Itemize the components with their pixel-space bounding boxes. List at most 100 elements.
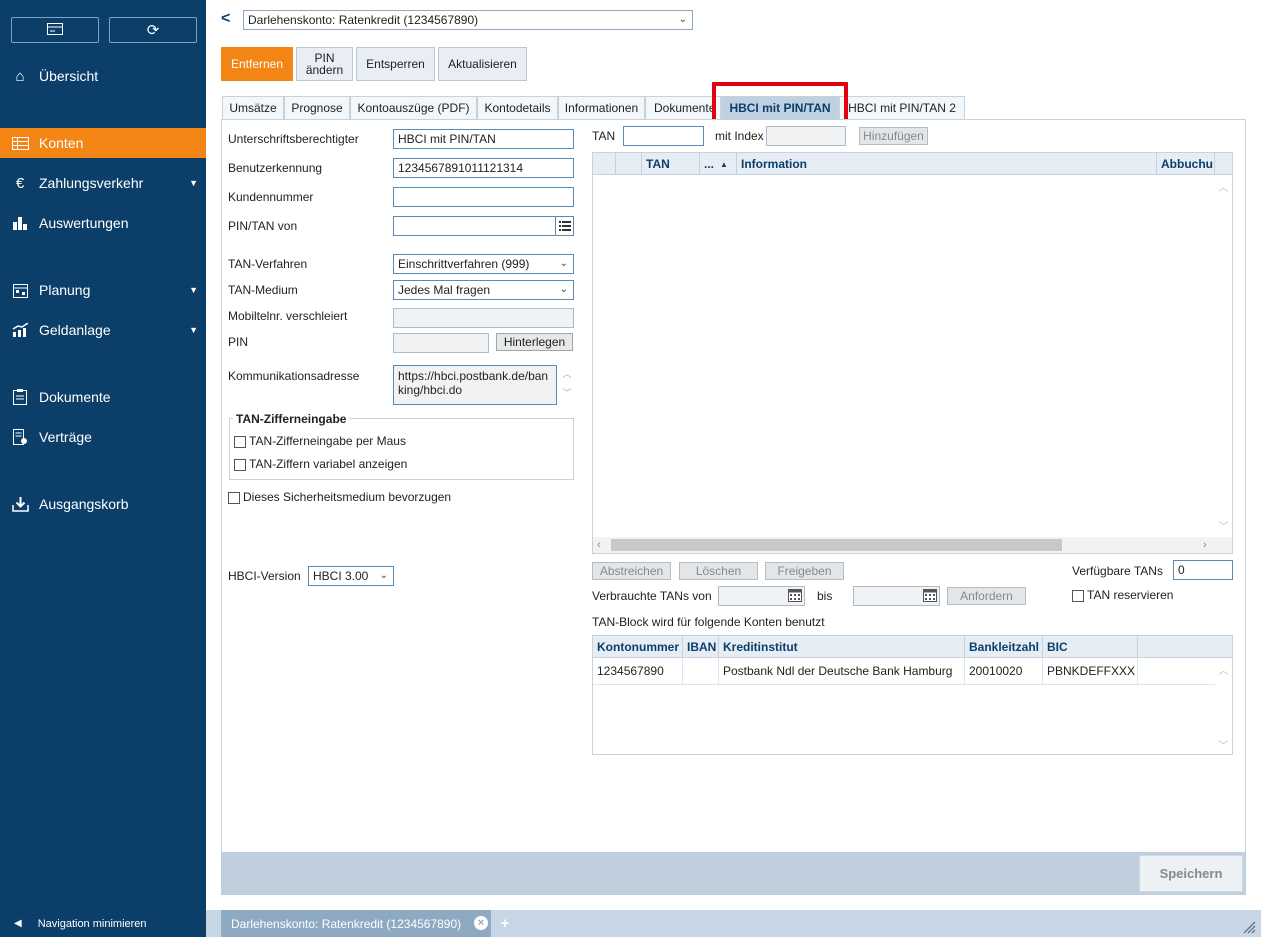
column-header[interactable] (616, 153, 642, 175)
resize-grip-icon[interactable] (1242, 920, 1256, 937)
column-header-tan[interactable]: TAN (642, 153, 700, 175)
column-header-sort[interactable]: ... ▲ (700, 153, 737, 175)
sidebar-item-documents[interactable]: Dokumente (0, 382, 206, 412)
tab-account-details[interactable]: Kontodetails (477, 96, 558, 120)
save-button[interactable]: Speichern (1139, 855, 1243, 892)
checkbox[interactable] (228, 491, 240, 504)
footer-bar: Speichern (221, 852, 1246, 895)
index-label: mit Index (715, 129, 764, 143)
tan-medium-select[interactable]: Jedes Mal fragen ⌄ (393, 280, 574, 300)
used-for-accounts-label: TAN-Block wird für folgende Konten benut… (592, 615, 825, 629)
tan-grid-header: TAN ... ▲ Information Abbuchu (593, 153, 1232, 175)
scroll-right-icon: › (1203, 539, 1207, 551)
sidebar-item-investment[interactable]: Geldanlage ▼ (0, 315, 206, 345)
customer-number-field[interactable] (393, 187, 574, 207)
signatory-label: Unterschriftsberechtigter (228, 132, 359, 146)
table-row[interactable]: 1234567890 Postbank Ndl der Deutsche Ban… (593, 658, 1215, 685)
delete-tan-button[interactable]: Löschen (679, 562, 758, 580)
sidebar-item-analysis[interactable]: Auswertungen (0, 208, 206, 238)
column-header-debit[interactable]: Abbuchu (1157, 153, 1215, 175)
comm-address-field[interactable]: https://hbci.postbank.de/ban king/hbci.d… (393, 365, 557, 405)
card-view-button[interactable] (11, 17, 99, 43)
sidebar-item-contracts[interactable]: Verträge (0, 422, 206, 452)
hbci-version-select[interactable]: HBCI 3.00 ⌄ (308, 566, 394, 586)
strike-tan-button[interactable]: Abstreichen (592, 562, 671, 580)
tab-documents[interactable]: Dokumente (645, 96, 721, 120)
signatory-field[interactable]: HBCI mit PIN/TAN (393, 129, 574, 149)
release-tan-button[interactable]: Freigeben (765, 562, 844, 580)
store-pin-button[interactable]: Hinterlegen (496, 333, 573, 351)
scroll-down-icon: ﹀ (1218, 741, 1229, 752)
tan-method-label: TAN-Verfahren (228, 257, 308, 271)
sync-button[interactable]: ⟳ (109, 17, 197, 43)
close-tab-icon[interactable]: × (474, 916, 488, 930)
minimize-navigation-button[interactable]: ◀ Navigation minimieren (0, 910, 206, 937)
tab-hbci-pin-tan-2[interactable]: HBCI mit PIN/TAN 2 (839, 96, 965, 120)
user-id-field[interactable]: 1234567891011121314 (393, 158, 574, 178)
tab-information[interactable]: Informationen (558, 96, 645, 120)
used-from-date[interactable] (718, 586, 805, 606)
open-tab[interactable]: Darlehenskonto: Ratenkredit (1234567890)… (221, 910, 491, 937)
chevron-down-icon: ⌄ (559, 284, 568, 295)
scrollbar[interactable]: ︿ ﹀ (559, 365, 575, 405)
checkbox[interactable] (1072, 589, 1084, 602)
home-icon: ⌂ (15, 67, 25, 85)
prefer-medium-checkbox[interactable]: Dieses Sicherheitsmedium bevorzugen (228, 490, 451, 504)
tab-transactions[interactable]: Umsätze (222, 96, 284, 120)
column-header[interactable] (593, 153, 616, 175)
unlock-label: Entsperren (366, 57, 425, 71)
pintan-from-label: PIN/TAN von (228, 219, 298, 233)
minimize-navigation-label: Navigation minimieren (37, 917, 147, 930)
column-header-bic[interactable]: BIC (1043, 636, 1138, 658)
tab-label: Kontoauszüge (PDF) (357, 101, 470, 115)
tan-method-select[interactable]: Einschrittverfahren (999) ⌄ (393, 254, 574, 274)
calendar-icon[interactable] (788, 589, 802, 605)
vertical-scrollbar[interactable]: ︿ ﹀ (1215, 175, 1232, 537)
sidebar-item-outbox[interactable]: Ausgangskorb (0, 489, 206, 519)
vertical-scrollbar[interactable]: ︿ ﹀ (1215, 658, 1232, 754)
tab-label: Umsätze (229, 101, 277, 115)
refresh-button[interactable]: Aktualisieren (438, 47, 527, 81)
tab-statements[interactable]: Kontoauszüge (PDF) (350, 96, 477, 120)
column-header-iban[interactable]: IBAN (683, 636, 719, 658)
used-to-date[interactable] (853, 586, 940, 606)
back-arrow-icon[interactable]: < (221, 10, 230, 28)
checkbox[interactable] (234, 435, 246, 448)
calendar-icon[interactable] (923, 589, 937, 605)
change-pin-button[interactable]: PIN ändern (296, 47, 353, 81)
remove-button[interactable]: Entfernen (221, 47, 293, 81)
new-tab-button[interactable]: + (493, 910, 517, 937)
pin-field[interactable] (393, 333, 489, 353)
sidebar-item-planning[interactable]: Planung ▼ (0, 275, 206, 305)
sort-ascending-icon: ▲ (720, 159, 728, 169)
reserve-tan-checkbox[interactable]: TAN reservieren (1072, 588, 1173, 602)
checkbox[interactable] (234, 458, 246, 471)
sidebar-item-accounts[interactable]: Konten (0, 128, 206, 158)
column-header-account-number[interactable]: Kontonummer (593, 636, 683, 658)
horizontal-scrollbar[interactable]: ‹ › (593, 537, 1232, 553)
tan-digits-mouse-checkbox[interactable]: TAN-Zifferneingabe per Maus (234, 434, 406, 448)
scroll-thumb[interactable] (611, 539, 1062, 551)
sidebar-item-label: Ausgangskorb (39, 496, 129, 512)
available-tans-field[interactable]: 0 (1173, 560, 1233, 580)
request-tans-button[interactable]: Anfordern (947, 587, 1026, 605)
comm-address-label: Kommunikationsadresse (228, 369, 360, 383)
tan-input[interactable] (623, 126, 704, 146)
pintan-from-field[interactable] (393, 216, 574, 236)
sidebar-item-payments[interactable]: € Zahlungsverkehr ▼ (0, 168, 206, 198)
column-header-bank-code[interactable]: Bankleitzahl (965, 636, 1043, 658)
tab-forecast[interactable]: Prognose (284, 96, 350, 120)
unlock-button[interactable]: Entsperren (356, 47, 435, 81)
tan-digits-variable-checkbox[interactable]: TAN-Ziffern variabel anzeigen (234, 457, 407, 471)
sidebar-item-label: Planung (39, 282, 91, 298)
add-tan-button[interactable]: Hinzufügen (859, 127, 928, 145)
list-picker-icon[interactable] (555, 217, 573, 235)
column-header-bank[interactable]: Kreditinstitut (719, 636, 965, 658)
column-header-information[interactable]: Information (737, 153, 1157, 175)
accounts-table: Kontonummer IBAN Kreditinstitut Bankleit… (592, 635, 1233, 755)
account-select[interactable]: Darlehenskonto: Ratenkredit (1234567890)… (243, 10, 693, 30)
mobile-label: Mobiltelnr. verschleiert (228, 309, 348, 323)
change-pin-label-2: ändern (305, 63, 344, 77)
index-input[interactable] (766, 126, 846, 146)
sidebar-item-overview[interactable]: ⌂ Übersicht (0, 61, 206, 91)
